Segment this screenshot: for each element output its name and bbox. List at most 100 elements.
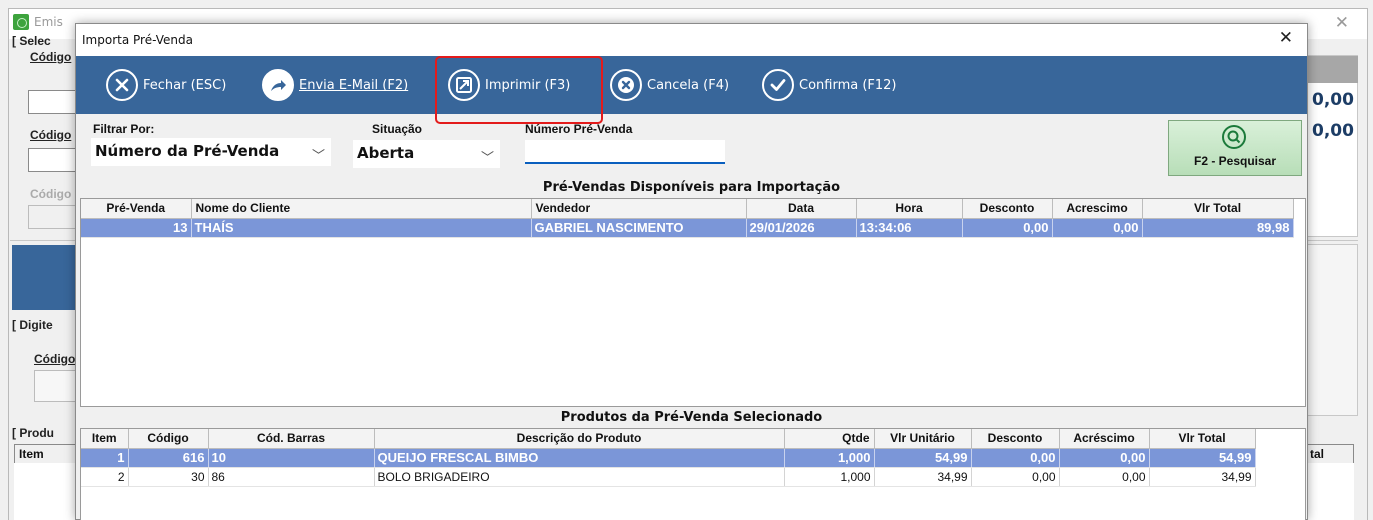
cell-descricao: QUEIJO FRESCAL BIMBO: [374, 448, 785, 468]
dialog-title: Importa Pré-Venda: [82, 33, 193, 47]
check-icon: [762, 69, 794, 101]
dialog-close-icon[interactable]: ✕: [1279, 28, 1293, 48]
bg-codigo-input-3: [28, 205, 78, 229]
cell-cod-barras: 86: [208, 467, 375, 487]
imprimir-highlight-box: [435, 56, 603, 124]
cell-vlr-total: 89,98: [1142, 218, 1294, 238]
cell-vlr-unitario: 54,99: [874, 448, 972, 468]
col-vendedor[interactable]: Vendedor: [531, 199, 747, 219]
cancela-button[interactable]: Cancela (F4): [610, 68, 729, 102]
col-data[interactable]: Data: [746, 199, 857, 219]
cell-qtde: 1,000: [784, 448, 875, 468]
cell-vlr-unitario: 34,99: [874, 467, 972, 487]
chevron-down-icon: ﹀: [480, 151, 494, 166]
cancel-icon: [610, 69, 642, 101]
bg-header-item: Item: [19, 447, 44, 461]
toolbar: Fechar (ESC) Envia E-Mail (F2) Imprimir …: [76, 56, 1307, 114]
cell-qtde: 1,000: [784, 467, 875, 487]
col-vlr-unitario[interactable]: Vlr Unitário: [874, 429, 972, 449]
product-row[interactable]: 2 30 86 BOLO BRIGADEIRO 1,000 34,99 0,00…: [81, 467, 1256, 487]
cell-desconto: 0,00: [971, 467, 1060, 487]
cell-cliente: THAÍS: [191, 218, 532, 238]
presale-row[interactable]: 13 THAÍS GABRIEL NASCIMENTO 29/01/2026 1…: [81, 218, 1294, 238]
envia-email-label: Envia E-Mail (F2): [299, 77, 409, 93]
cell-desconto: 0,00: [962, 218, 1053, 238]
confirma-label: Confirma (F12): [799, 77, 897, 93]
close-icon: [106, 69, 138, 101]
dialog-titlebar: Importa Pré-Venda ✕: [76, 24, 1307, 56]
cell-cod-barras: 10: [208, 448, 375, 468]
cell-vlr-total: 34,99: [1149, 467, 1256, 487]
pesquisar-label: F2 - Pesquisar: [1193, 154, 1277, 168]
bg-side-panel: [1300, 244, 1358, 416]
cell-acrescimo: 0,00: [1059, 448, 1150, 468]
col-descricao[interactable]: Descrição do Produto: [374, 429, 785, 449]
import-presale-dialog: Importa Pré-Venda ✕ Fechar (ESC) Envia E…: [75, 23, 1308, 520]
cell-acrescimo: 0,00: [1059, 467, 1150, 487]
col-desconto[interactable]: Desconto: [962, 199, 1053, 219]
screen: Emis ✕ [ Selec Código Código Código [ Di…: [0, 0, 1373, 520]
col-cod-barras[interactable]: Cód. Barras: [208, 429, 375, 449]
filtrar-select-value: Número da Pré-Venda: [95, 142, 280, 160]
filtrar-select[interactable]: Número da Pré-Venda ﹀: [91, 138, 331, 166]
share-icon: [262, 69, 294, 101]
col-vlr-total[interactable]: Vlr Total: [1149, 429, 1256, 449]
bg-codigo-label-2: Código: [30, 128, 72, 142]
numero-label: Número Pré-Venda: [525, 122, 633, 136]
products-table: Item Código Cód. Barras Descrição do Pro…: [80, 428, 1306, 520]
col-codigo[interactable]: Código: [128, 429, 209, 449]
cell-vlr-total: 54,99: [1149, 448, 1256, 468]
situacao-label: Situação: [372, 122, 423, 136]
cell-prevenda: 13: [81, 218, 192, 238]
cell-desconto: 0,00: [971, 448, 1060, 468]
background-window-title: Emis: [34, 15, 63, 29]
col-vlr-total[interactable]: Vlr Total: [1142, 199, 1294, 219]
fechar-button[interactable]: Fechar (ESC): [106, 68, 226, 102]
app-icon: [13, 14, 29, 30]
bg-codigo-label-1: Código: [30, 50, 72, 64]
bg-codigo-input-2[interactable]: [28, 148, 78, 172]
products-title: Produtos da Pré-Venda Selecionado: [560, 410, 823, 425]
chevron-down-icon: ﹀: [311, 149, 325, 164]
cell-item: 2: [81, 467, 129, 487]
bg-total-value-1: 0,00: [1312, 90, 1354, 110]
col-acrescimo[interactable]: Acrescimo: [1052, 199, 1143, 219]
bg-produtos-label: [ Produ: [12, 426, 54, 440]
envia-email-button[interactable]: Envia E-Mail (F2): [262, 68, 408, 102]
presales-title: Pré-Vendas Disponíveis para Importação: [542, 180, 841, 195]
bg-codigo-input-1[interactable]: [28, 90, 78, 114]
col-acrescimo[interactable]: Acréscimo: [1059, 429, 1150, 449]
cell-item: 1: [81, 448, 129, 468]
presales-table: Pré-Venda Nome do Cliente Vendedor Data …: [80, 198, 1306, 407]
bg-header-total: tal: [1310, 447, 1325, 461]
situacao-select-value: Aberta: [357, 144, 415, 162]
product-row[interactable]: 1 616 10 QUEIJO FRESCAL BIMBO 1,000 54,9…: [81, 448, 1256, 468]
bg-codigo-label-3: Código: [30, 187, 72, 201]
presales-header-row: Pré-Venda Nome do Cliente Vendedor Data …: [81, 199, 1294, 219]
cell-vendedor: GABRIEL NASCIMENTO: [531, 218, 747, 238]
cell-codigo: 616: [128, 448, 209, 468]
bg-codigo-label-4: Código: [34, 352, 76, 366]
bg-total-value-2: 0,00: [1312, 121, 1354, 141]
numero-prevenda-input[interactable]: [525, 140, 725, 164]
cell-descricao: BOLO BRIGADEIRO: [374, 467, 785, 487]
filtrar-label: Filtrar Por:: [93, 122, 155, 136]
background-close-icon[interactable]: ✕: [1335, 13, 1349, 33]
col-qtde[interactable]: Qtde: [784, 429, 875, 449]
situacao-select[interactable]: Aberta ﹀: [353, 140, 500, 168]
col-prevenda[interactable]: Pré-Venda: [81, 199, 192, 219]
col-hora[interactable]: Hora: [856, 199, 963, 219]
products-header-row: Item Código Cód. Barras Descrição do Pro…: [81, 429, 1256, 449]
col-nome-cliente[interactable]: Nome do Cliente: [191, 199, 532, 219]
pesquisar-button[interactable]: F2 - Pesquisar: [1168, 120, 1302, 176]
bg-blue-panel: [12, 245, 76, 310]
cell-hora: 13:34:06: [856, 218, 963, 238]
confirma-button[interactable]: Confirma (F12): [762, 68, 897, 102]
cell-acrescimo: 0,00: [1052, 218, 1143, 238]
col-desconto[interactable]: Desconto: [971, 429, 1060, 449]
cancela-label: Cancela (F4): [647, 77, 730, 93]
search-icon: [1222, 125, 1246, 149]
col-item[interactable]: Item: [81, 429, 129, 449]
fechar-label: Fechar (ESC): [143, 77, 227, 93]
cell-codigo: 30: [128, 467, 209, 487]
